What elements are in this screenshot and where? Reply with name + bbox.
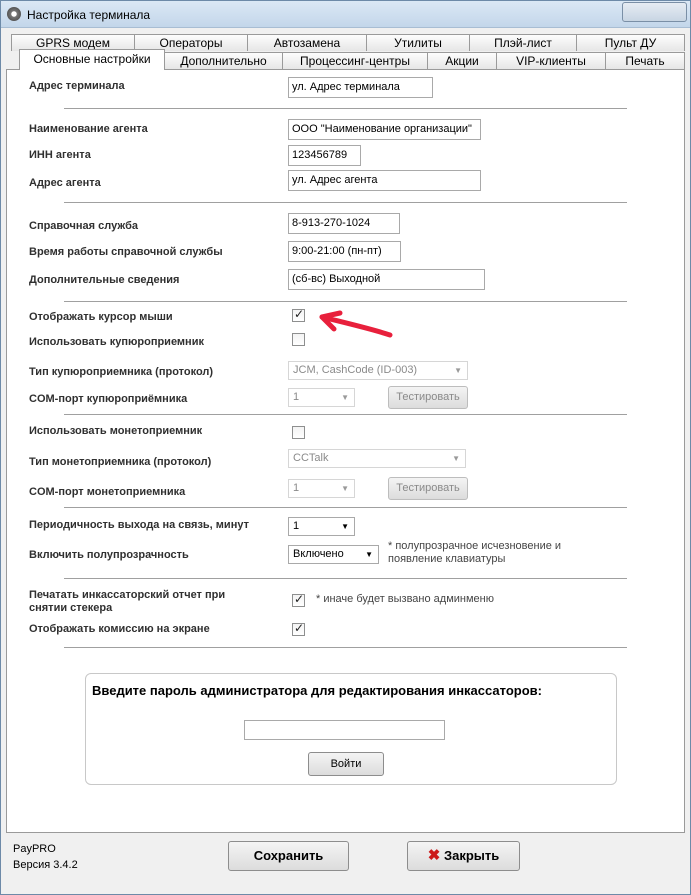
- show-commission-label: Отображать комиссию на экране: [29, 623, 210, 635]
- admin-password-box: Введите пароль администратора для редакт…: [85, 673, 617, 785]
- bill-type-label: Тип купюроприемника (протокол): [29, 366, 214, 378]
- agent-inn-label: ИНН агента: [29, 149, 91, 161]
- save-button[interactable]: Сохранить: [228, 841, 349, 871]
- coin-com-value: 1: [293, 482, 300, 494]
- help-hours-label: Время работы справочной службы: [29, 246, 223, 258]
- password-input[interactable]: [244, 720, 445, 740]
- coin-com-select[interactable]: 1 ▼: [288, 479, 355, 498]
- chevron-down-icon: ▼: [454, 366, 462, 375]
- use-coin-label: Использовать монетоприемник: [29, 425, 203, 437]
- close-icon: ✖: [427, 847, 441, 864]
- separator: [64, 414, 627, 415]
- show-cursor-label: Отображать курсор мыши: [29, 311, 173, 323]
- extra-info-label: Дополнительные сведения: [29, 274, 180, 286]
- bill-test-button[interactable]: Тестировать: [388, 386, 468, 409]
- extra-info-input[interactable]: (сб-вс) Выходной: [288, 269, 485, 290]
- help-service-input[interactable]: 8-913-270-1024: [288, 213, 400, 234]
- bill-com-select[interactable]: 1 ▼: [288, 388, 355, 407]
- tab-vip-clients[interactable]: VIP-клиенты: [496, 52, 606, 69]
- tab-print[interactable]: Печать: [605, 52, 685, 69]
- period-value: 1: [293, 520, 300, 532]
- use-bill-checkbox[interactable]: [292, 333, 305, 346]
- help-hours-input[interactable]: 9:00-21:00 (пн-пт): [288, 241, 401, 262]
- coin-test-button[interactable]: Тестировать: [388, 477, 468, 500]
- use-coin-checkbox[interactable]: [292, 426, 305, 439]
- transparency-value: Включено: [293, 548, 344, 560]
- window-controls: [622, 2, 687, 22]
- bill-com-label: COM-порт купюроприёмника: [29, 393, 188, 405]
- terminal-address-label: Адрес терминала: [29, 80, 125, 92]
- tab-autoreplace[interactable]: Автозамена: [247, 34, 367, 51]
- settings-window: Настройка терминала GPRS модем Операторы…: [0, 0, 691, 895]
- separator: [64, 202, 627, 203]
- transparency-select[interactable]: Включено ▼: [288, 545, 379, 564]
- separator: [64, 108, 627, 109]
- coin-type-select[interactable]: CCTalk ▼: [288, 449, 466, 468]
- tab-processing[interactable]: Процессинг-центры: [282, 52, 428, 69]
- collection-report-label: Печатать инкассаторский отчет при снятии…: [29, 589, 226, 614]
- separator: [64, 647, 627, 648]
- red-arrow-annotation: [319, 310, 393, 338]
- tab-playlist[interactable]: Плэй-лист: [469, 34, 577, 51]
- collection-report-checkbox[interactable]: [292, 592, 305, 607]
- password-title: Введите пароль администратора для редакт…: [92, 683, 542, 698]
- agent-inn-input[interactable]: 123456789: [288, 145, 361, 166]
- gear-icon: [7, 7, 21, 21]
- tab-remote[interactable]: Пульт ДУ: [576, 34, 685, 51]
- close-button[interactable]: ✖ Закрыть: [407, 841, 520, 871]
- separator: [64, 578, 627, 579]
- period-label: Периодичность выхода на связь, минут: [29, 519, 249, 531]
- chevron-down-icon: ▼: [341, 484, 349, 493]
- agent-address-input[interactable]: ул. Адрес агента: [288, 170, 481, 191]
- window-title: Настройка терминала: [27, 8, 151, 22]
- close-button-label: Закрыть: [443, 848, 500, 863]
- tab-utilities[interactable]: Утилиты: [366, 34, 470, 51]
- tab-additional[interactable]: Дополнительно: [164, 52, 283, 69]
- show-cursor-checkbox[interactable]: [292, 307, 305, 322]
- separator: [64, 507, 627, 508]
- agent-name-input[interactable]: ООО "Наименование организации": [288, 119, 481, 140]
- show-commission-checkbox[interactable]: [292, 621, 305, 636]
- separator: [64, 301, 627, 302]
- coin-type-value: CCTalk: [293, 452, 329, 464]
- chevron-down-icon: ▼: [341, 522, 349, 531]
- chevron-down-icon: ▼: [341, 393, 349, 402]
- tab-main-settings[interactable]: Основные настройки: [19, 49, 165, 70]
- agent-address-label: Адрес агента: [29, 177, 101, 189]
- coin-type-label: Тип монетоприемника (протокол): [29, 456, 212, 468]
- coin-com-label: COM-порт монетоприемника: [29, 486, 186, 498]
- chevron-down-icon: ▼: [452, 454, 460, 463]
- version-label: Версия 3.4.2: [13, 859, 78, 871]
- app-name: PayPRO: [13, 843, 56, 855]
- login-button[interactable]: Войти: [308, 752, 384, 776]
- help-service-label: Справочная служба: [29, 220, 139, 232]
- bill-com-value: 1: [293, 391, 300, 403]
- period-select[interactable]: 1 ▼: [288, 517, 355, 536]
- bill-type-value: JCM, CashCode (ID-003): [293, 364, 418, 376]
- tab-promotions[interactable]: Акции: [427, 52, 497, 69]
- terminal-address-input[interactable]: ул. Адрес терминала: [288, 77, 433, 98]
- transparency-label: Включить полупрозрачность: [29, 549, 189, 561]
- title-bar: Настройка терминала: [1, 1, 690, 28]
- collection-report-note: * иначе будет вызвано админменю: [316, 593, 494, 605]
- bill-type-select[interactable]: JCM, CashCode (ID-003) ▼: [288, 361, 468, 380]
- chevron-down-icon: ▼: [365, 550, 373, 559]
- transparency-note: * полупрозрачное исчезновение и появлени…: [388, 540, 562, 565]
- use-bill-label: Использовать купюроприемник: [29, 336, 204, 348]
- agent-name-label: Наименование агента: [29, 123, 148, 135]
